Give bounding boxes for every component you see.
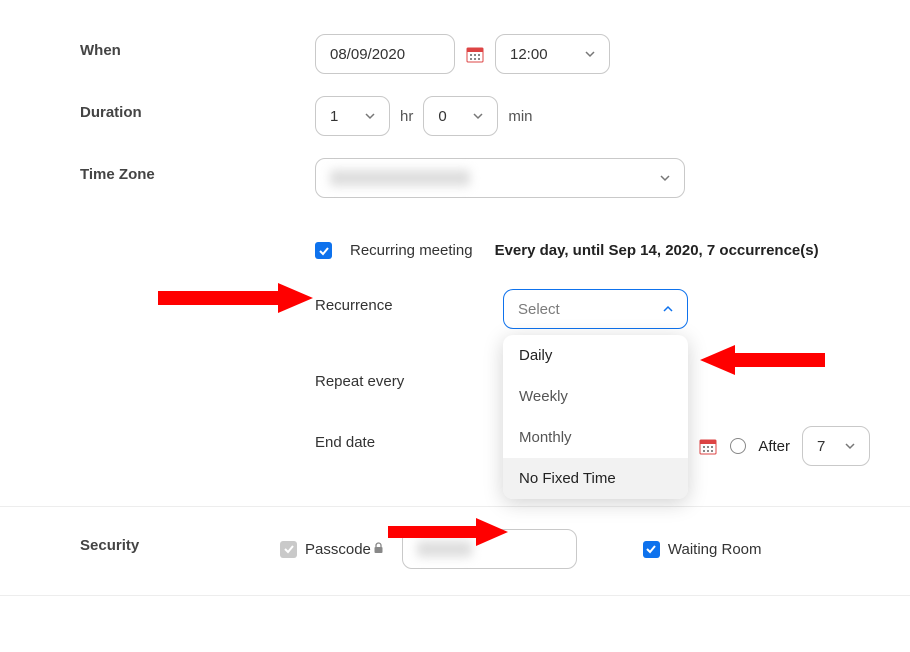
time-select[interactable]: 12:00 [495,34,610,74]
passcode-label: Passcode [305,541,371,558]
date-value: 08/09/2020 [330,46,405,63]
date-input[interactable]: 08/09/2020 [315,34,455,74]
chevron-down-icon [660,173,670,183]
min-unit: min [508,108,532,125]
duration-row: Duration 1 hr 0 min [0,84,910,146]
chevron-down-icon [585,49,595,59]
passcode-value-redacted [417,541,472,557]
recurrence-select[interactable]: Select [503,289,688,329]
timezone-value-redacted [330,170,470,186]
duration-label: Duration [0,96,315,121]
chevron-down-icon [845,441,855,451]
recurrence-row: Recurrence Select Daily Weekly Monthly N… [0,269,910,339]
when-label: When [0,34,315,59]
after-label: After [758,438,790,455]
duration-minutes-select[interactable]: 0 [423,96,498,136]
recurrence-option-weekly[interactable]: Weekly [503,376,688,417]
time-value: 12:00 [510,46,548,63]
chevron-up-icon [663,304,673,314]
calendar-icon[interactable] [698,436,718,456]
recurrence-placeholder: Select [518,301,560,318]
recurrence-option-monthly[interactable]: Monthly [503,417,688,458]
duration-minutes-value: 0 [438,108,446,125]
recurrence-option-daily[interactable]: Daily [503,335,688,376]
waiting-room-label: Waiting Room [668,541,762,558]
enddate-label: End date [0,426,503,451]
chevron-down-icon [473,111,483,121]
hr-unit: hr [400,108,413,125]
timezone-row: Time Zone [0,146,910,208]
recurrence-dropdown-menu: Daily Weekly Monthly No Fixed Time [503,335,688,499]
chevron-down-icon [365,111,375,121]
recurrence-label: Recurrence [0,289,503,314]
spacer [0,242,315,250]
duration-hours-select[interactable]: 1 [315,96,390,136]
recurring-checkbox[interactable] [315,242,332,259]
calendar-icon[interactable] [465,44,485,64]
enddate-row: End date After 7 [0,400,910,507]
waiting-room-checkbox[interactable] [643,541,660,558]
recurring-row: Recurring meeting Every day, until Sep 1… [0,208,910,269]
passcode-checkbox[interactable] [280,541,297,558]
after-radio[interactable] [730,438,746,454]
lock-icon [373,542,384,557]
repeat-row: Repeat every [0,339,910,400]
after-count-value: 7 [817,438,825,455]
timezone-label: Time Zone [0,158,315,183]
recurring-checkbox-label: Recurring meeting [350,242,473,259]
recurring-summary: Every day, until Sep 14, 2020, 7 occurre… [495,242,819,259]
when-row: When 08/09/2020 12:00 [0,22,910,84]
security-label: Security [0,529,280,554]
passcode-input[interactable] [402,529,577,569]
duration-hours-value: 1 [330,108,338,125]
after-count-select[interactable]: 7 [802,426,870,466]
recurrence-option-nofixed[interactable]: No Fixed Time [503,458,688,499]
security-row: Security Passcode Waiting Room [0,507,910,596]
repeat-label: Repeat every [0,365,503,390]
timezone-select[interactable] [315,158,685,198]
